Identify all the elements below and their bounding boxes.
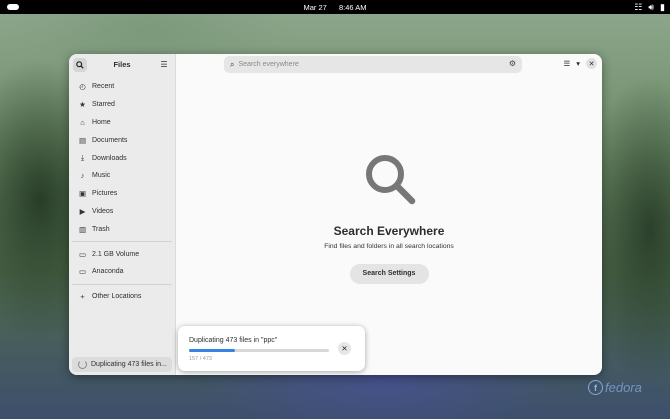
window-controls: ☰ ▾ ✕ (564, 58, 597, 69)
sidebar: Files ☰ ◴ Recent ★ Starred ⌂ Home ▤ Documents ⤓ D… (69, 54, 176, 375)
download-icon: ⤓ (80, 153, 85, 163)
sidebar-item-other-locations[interactable]: + Other Locations (69, 288, 175, 306)
close-window-button[interactable]: ✕ (586, 58, 597, 69)
activities-indicator[interactable] (7, 4, 19, 10)
fedora-icon: f (588, 380, 603, 395)
close-icon: ✕ (588, 60, 595, 68)
search-field[interactable]: ⌕ Search everywhere ⚙ (224, 56, 522, 73)
sidebar-item-trash[interactable]: ▥ Trash (69, 220, 175, 238)
search-input[interactable]: Search everywhere (238, 61, 298, 68)
sidebar-header: Files ☰ (69, 54, 175, 75)
progress-bar (189, 349, 329, 352)
empty-state-title: Search Everywhere (333, 224, 445, 238)
sidebar-item-label: Starred (92, 101, 115, 109)
sidebar-item-label: Documents (92, 136, 128, 144)
main-menu-button[interactable]: ☰ (157, 58, 171, 72)
sidebar-item-pictures[interactable]: ▣ Pictures (69, 185, 175, 203)
sidebar-item-label: 2.1 GB Volume (92, 250, 140, 258)
search-icon (366, 155, 416, 205)
hamburger-icon: ☰ (160, 60, 168, 69)
operation-indicator-button[interactable]: Duplicating 473 files in... (72, 357, 172, 372)
list-view-icon[interactable]: ☰ (564, 59, 571, 68)
devices-list: ▭ 2.1 GB Volume ▭ Anaconda (69, 245, 175, 281)
sidebar-item-label: Videos (92, 207, 114, 215)
fedora-logo: f fedora (588, 380, 642, 395)
app-title: Files (113, 60, 131, 69)
sidebar-item-label: Downloads (92, 154, 127, 162)
search-icon: ⌕ (230, 59, 235, 69)
chevron-down-icon[interactable]: ▾ (576, 59, 580, 68)
search-filter-icon[interactable]: ⚙ (509, 59, 516, 68)
network-icon: ☷ (634, 2, 643, 12)
sidebar-item-recent[interactable]: ◴ Recent (69, 78, 175, 96)
sidebar-item-starred[interactable]: ★ Starred (69, 96, 175, 114)
battery-icon: ▮ (660, 2, 665, 12)
sidebar-item-anaconda[interactable]: ▭ Anaconda (69, 263, 175, 281)
spinner-icon (78, 360, 87, 369)
sidebar-item-label: Anaconda (92, 268, 124, 276)
clock-date: Mar 27 (303, 2, 327, 12)
video-icon: ▶ (79, 206, 86, 216)
places-list: ◴ Recent ★ Starred ⌂ Home ▤ Documents ⤓ Downloads… (69, 78, 175, 238)
sidebar-item-label: Home (92, 118, 111, 126)
clock[interactable]: Mar 27 8:46 AM (299, 3, 372, 12)
operation-progress-popover: Duplicating 473 files in "ppc" 157 / 473… (178, 326, 365, 371)
system-tray[interactable]: ☷ 🔊︎ ▮ (634, 2, 665, 12)
empty-state-subtitle: Find files and folders in all search loc… (324, 243, 454, 250)
operation-label: Duplicating 473 files in... (91, 361, 167, 368)
search-toggle-button[interactable] (73, 57, 87, 72)
sidebar-item-label: Pictures (92, 190, 118, 198)
home-icon: ⌂ (80, 117, 85, 127)
sidebar-item-label: Music (92, 172, 111, 180)
volume-icon: 🔊︎ (648, 2, 655, 12)
progress-title: Duplicating 473 files in "ppc" (189, 337, 278, 344)
clock-icon: ◴ (79, 82, 86, 92)
sidebar-separator (72, 283, 172, 285)
search-settings-button[interactable]: Search Settings (349, 264, 429, 284)
empty-state: Search Everywhere Find files and folders… (176, 149, 602, 284)
drive-icon: ▭ (78, 249, 87, 259)
sidebar-item-documents[interactable]: ▤ Documents (69, 131, 175, 149)
sidebar-item-2-1-gb-volume[interactable]: ▭ 2.1 GB Volume (69, 245, 175, 263)
sidebar-item-music[interactable]: ♪ Music (69, 167, 175, 185)
fedora-logo-text: fedora (605, 380, 642, 395)
plus-icon: + (80, 292, 85, 302)
sidebar-item-downloads[interactable]: ⤓ Downloads (69, 149, 175, 167)
top-bar: Mar 27 8:46 AM ☷ 🔊︎ ▮ (0, 0, 670, 14)
cancel-operation-button[interactable]: ✕ (338, 342, 351, 355)
star-icon: ★ (79, 100, 86, 110)
sidebar-item-label: Recent (92, 83, 115, 91)
drive-icon: ▭ (78, 267, 87, 277)
progress-count: 157 / 473 (189, 356, 212, 362)
document-icon: ▤ (78, 135, 87, 145)
close-icon: ✕ (341, 344, 348, 353)
trash-icon: ▥ (78, 224, 87, 234)
search-icon (76, 60, 84, 69)
sidebar-item-videos[interactable]: ▶ Videos (69, 203, 175, 221)
sidebar-item-label: Other Locations (92, 293, 142, 301)
picture-icon: ▣ (78, 189, 87, 199)
clock-time: 8:46 AM (338, 2, 367, 12)
sidebar-separator (72, 241, 172, 243)
progress-fill (189, 349, 236, 352)
music-icon: ♪ (80, 171, 85, 181)
sidebar-item-label: Trash (92, 225, 110, 233)
sidebar-item-home[interactable]: ⌂ Home (69, 114, 175, 132)
